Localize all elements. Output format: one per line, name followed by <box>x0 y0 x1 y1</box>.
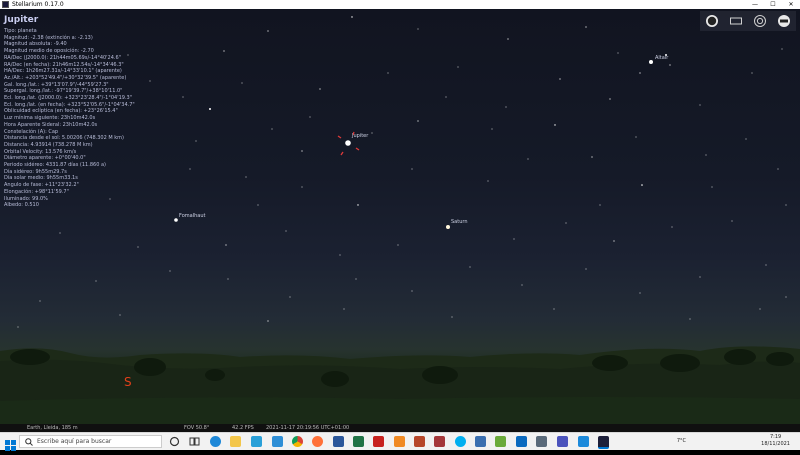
saturn-planet[interactable] <box>446 225 450 229</box>
saturn-label: Saturn <box>451 219 468 225</box>
object-info-panel: Jupiter Tipo: planeta Magnitud: -2.38 (e… <box>4 15 135 209</box>
windows-taskbar: Escribe aquí para buscar 7°C 7:19 18/11/… <box>0 432 800 451</box>
jupiter-label: Jupiter <box>352 133 369 139</box>
altair-label: Altair <box>655 55 669 61</box>
system-tray: 7°C 7:19 18/11/2021 <box>630 433 800 451</box>
jupiter-planet[interactable] <box>345 140 351 146</box>
landscape <box>0 346 800 424</box>
info-line: Distancia: 4.93914 (738.278 M km) <box>4 141 93 148</box>
info-line: Az./Alt.: +203°52'49.4"/+30°32'39.5" (ap… <box>4 74 127 81</box>
sky-view[interactable]: Jupiter Tipo: planeta Magnitud: -2.38 (e… <box>0 9 800 424</box>
info-line: Tipo: planeta <box>4 28 37 34</box>
start-button[interactable] <box>5 436 16 451</box>
teams-icon[interactable] <box>557 436 568 447</box>
skype-icon[interactable] <box>455 436 466 447</box>
mail-icon[interactable] <box>272 436 283 447</box>
location-text: Earth, Lleida, 185 m <box>27 425 78 431</box>
info-line: Gal. long./lat.: +39°13'07.9"/-44°59'27.… <box>4 81 109 88</box>
info-line: RA/Dec (J2000.0): 21h44m05.69s/-14°40'24… <box>4 54 121 61</box>
info-line: Iluminado: 99.0% <box>4 195 48 202</box>
acrobat-icon[interactable] <box>373 436 384 447</box>
top-right-toolbar <box>700 11 796 31</box>
altair-star[interactable] <box>649 60 653 64</box>
stellarium-icon[interactable] <box>598 436 609 449</box>
close-icon: ✕ <box>788 1 794 8</box>
info-line: Hora Aparente Sideral: 23h10m42.0s <box>4 121 98 128</box>
target-icon <box>754 15 766 27</box>
word-icon[interactable] <box>333 436 344 447</box>
status-bar: Earth, Lleida, 185 m FOV 50.8° 42.2 FPS … <box>0 424 800 432</box>
taskbar-search-box[interactable]: Escribe aquí para buscar <box>19 435 162 448</box>
windows-start-icon <box>5 440 16 451</box>
night-mode-button[interactable] <box>776 13 792 29</box>
night-mode-icon <box>778 15 790 27</box>
info-line: HA/Dec: 1h26m27.31s/-14°33'10.1" (aparen… <box>4 68 122 75</box>
stellarium-app-icon[interactable] <box>2 1 9 8</box>
fps-text: 42.2 FPS <box>232 425 254 431</box>
window-icon <box>730 17 742 25</box>
chrome-icon[interactable] <box>292 436 303 447</box>
info-line: Angulo de fase: +11°23'32.2" <box>4 182 79 189</box>
cardinal-south: S <box>124 375 132 389</box>
clock-time: 7:19 <box>769 434 782 440</box>
cortana-icon[interactable] <box>169 436 180 447</box>
close-button[interactable]: ✕ <box>782 0 800 9</box>
clock-date: 18/11/2021 <box>761 441 790 447</box>
target-button[interactable] <box>752 13 768 29</box>
powerpoint-icon[interactable] <box>414 436 425 447</box>
window-mode-button[interactable] <box>728 13 744 29</box>
info-line: Distancia desde el sol: 5.00206 (748.302… <box>4 135 125 142</box>
minimize-icon: — <box>752 1 758 8</box>
greenshot-icon[interactable] <box>495 436 506 447</box>
file-explorer-icon[interactable] <box>230 436 241 447</box>
maximize-button[interactable]: ☐ <box>764 0 782 9</box>
info-line: Ecl. long./lat. (J2000.0): +323°23'28.4"… <box>4 95 133 102</box>
info-line: Periodo sidéreo: 4331.87 días (11.860 a) <box>4 162 106 169</box>
task-view-icon[interactable] <box>189 436 200 447</box>
temperature-text: 7°C <box>676 438 686 444</box>
object-name: Jupiter <box>4 15 39 25</box>
fullscreen-button[interactable] <box>704 13 720 29</box>
excel-icon[interactable] <box>353 436 364 447</box>
info-line: RA/Dec (en fecha): 21h46m12.54s/-14°34'4… <box>4 61 124 68</box>
bird-icon[interactable] <box>536 436 547 447</box>
fov-text: FOV 50.8° <box>184 425 210 431</box>
info-line: Magnitud: -2.38 (extinción a: -2.13) <box>4 34 93 41</box>
info-line: Día solar medio: 9h55m33.1s <box>4 175 78 182</box>
info-line: Elongación: +98°11'59.7" <box>4 188 69 195</box>
info-line: Luz mínima siguiente: 23h10m42.0s <box>4 115 96 122</box>
info-line: Albedo: 0.510 <box>4 202 39 209</box>
maximize-icon: ☐ <box>770 1 776 8</box>
fomalhaut-label: Fomalhaut <box>179 213 206 219</box>
fomalhaut-star[interactable] <box>174 218 178 222</box>
vlc-icon[interactable] <box>394 436 405 447</box>
window-title: Stellarium 0.17.0 <box>12 1 64 8</box>
info-line: Supergal. long./lat.: -97°19'39.7"/+38°1… <box>4 88 123 95</box>
store-icon[interactable] <box>251 436 262 447</box>
app-icon[interactable] <box>475 436 486 447</box>
access-icon[interactable] <box>434 436 445 447</box>
clock[interactable]: 7:19 18/11/2021 <box>761 434 790 448</box>
datetime-text: 2021-11-17 20:19:56 UTC+01:00 <box>266 425 350 431</box>
search-placeholder: Escribe aquí para buscar <box>37 438 112 445</box>
minimize-button[interactable]: — <box>746 0 764 9</box>
edge-icon[interactable] <box>210 436 221 447</box>
info-line: Magnitud medio de oposición: -2.70 <box>4 48 94 55</box>
window-controls: — ☐ ✕ <box>746 0 800 9</box>
fullscreen-icon <box>706 15 718 27</box>
app2-icon[interactable] <box>578 436 589 447</box>
search-icon <box>25 438 33 446</box>
info-line: Constelación (A): Cap <box>4 128 59 135</box>
photos-icon[interactable] <box>516 436 527 447</box>
firefox-icon[interactable] <box>312 436 323 447</box>
